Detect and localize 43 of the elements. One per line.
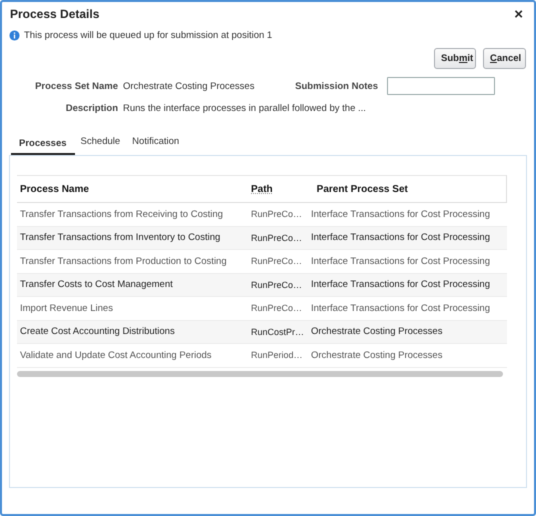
info-icon [9,30,20,40]
column-header: Process Name [19,184,90,194]
tab[interactable]: Schedule [74,133,126,155]
field-label: Process Set Name [34,80,118,92]
table-cell-text: RunPreCo… [250,232,304,243]
table-cell-text: Interface Transactions for Cost Processing [310,232,491,244]
table-cell-text: Validate and Update Cost Accounting Periods [19,350,213,361]
table-cell-text: Interface Transactions for Cost Processing [310,208,491,220]
tab[interactable]: Processes [11,133,75,155]
scrollbar[interactable] [17,370,503,376]
table-row[interactable]: Create Cost Accounting Distributions RunCostPr… Orchestrate Costing Processes [17,320,507,344]
table-cell-text: RunPeriod… [250,350,304,360]
table-cell-text: RunPreCo… [250,280,304,290]
table-cell-text: Transfer Transactions from Receiving to Costing [19,208,224,220]
table-cell-text: Orchestrate Costing Processes [310,326,444,338]
notes-field[interactable] [387,77,495,95]
table-cell-text: RunCostPr… [250,326,306,337]
info-message: This process will be queued up for submission at position 1 [24,30,272,40]
table-cell-text: Import Revenue Lines [19,302,114,314]
table-cell-text: RunPreCo… [250,209,304,220]
table-row[interactable]: Transfer Costs to Cost Management RunPreCo… Interface Transactions for Cost Processing [17,274,507,297]
table-cell-text: Interface Transactions for Cost Processing [310,256,491,267]
field-label: Submission Notes [294,80,378,92]
table-cell-text: RunPreCo… [250,256,304,266]
tab[interactable]: Notification [126,133,186,155]
close-button[interactable]: × [510,6,527,22]
table-cell-text: Interface Transactions for Cost Processing [310,302,491,314]
field-value: Runs the interface processes in parallel followed by the ... [123,102,366,114]
table-cell-text: Create Cost Accounting Distributions [19,326,176,338]
table-cell-text: Orchestrate Costing Processes [310,350,444,361]
field-value: Orchestrate Costing Processes [123,80,256,92]
field-label: Description [64,102,118,114]
column-header: Parent Process Set [316,184,409,194]
table-row[interactable]: Transfer Transactions from Inventory to Costing RunPreCo… Interface Transactions for Cost Processing [17,226,507,250]
table-cell-text: Transfer Transactions from Production to Costing [19,256,228,267]
cancel-button[interactable]: Cancel [483,48,526,69]
table-cell-text: Transfer Transactions from Inventory to Costing [19,232,222,244]
table-cell-text: RunPreCo… [250,303,304,314]
table-cell-text: Transfer Costs to Cost Management [19,279,174,290]
dialog-title: Process Details [10,7,100,21]
table-cell-text: Interface Transactions for Cost Processing [310,279,491,290]
column-header: Path [250,184,273,194]
submit-button[interactable]: Submit [434,48,476,69]
